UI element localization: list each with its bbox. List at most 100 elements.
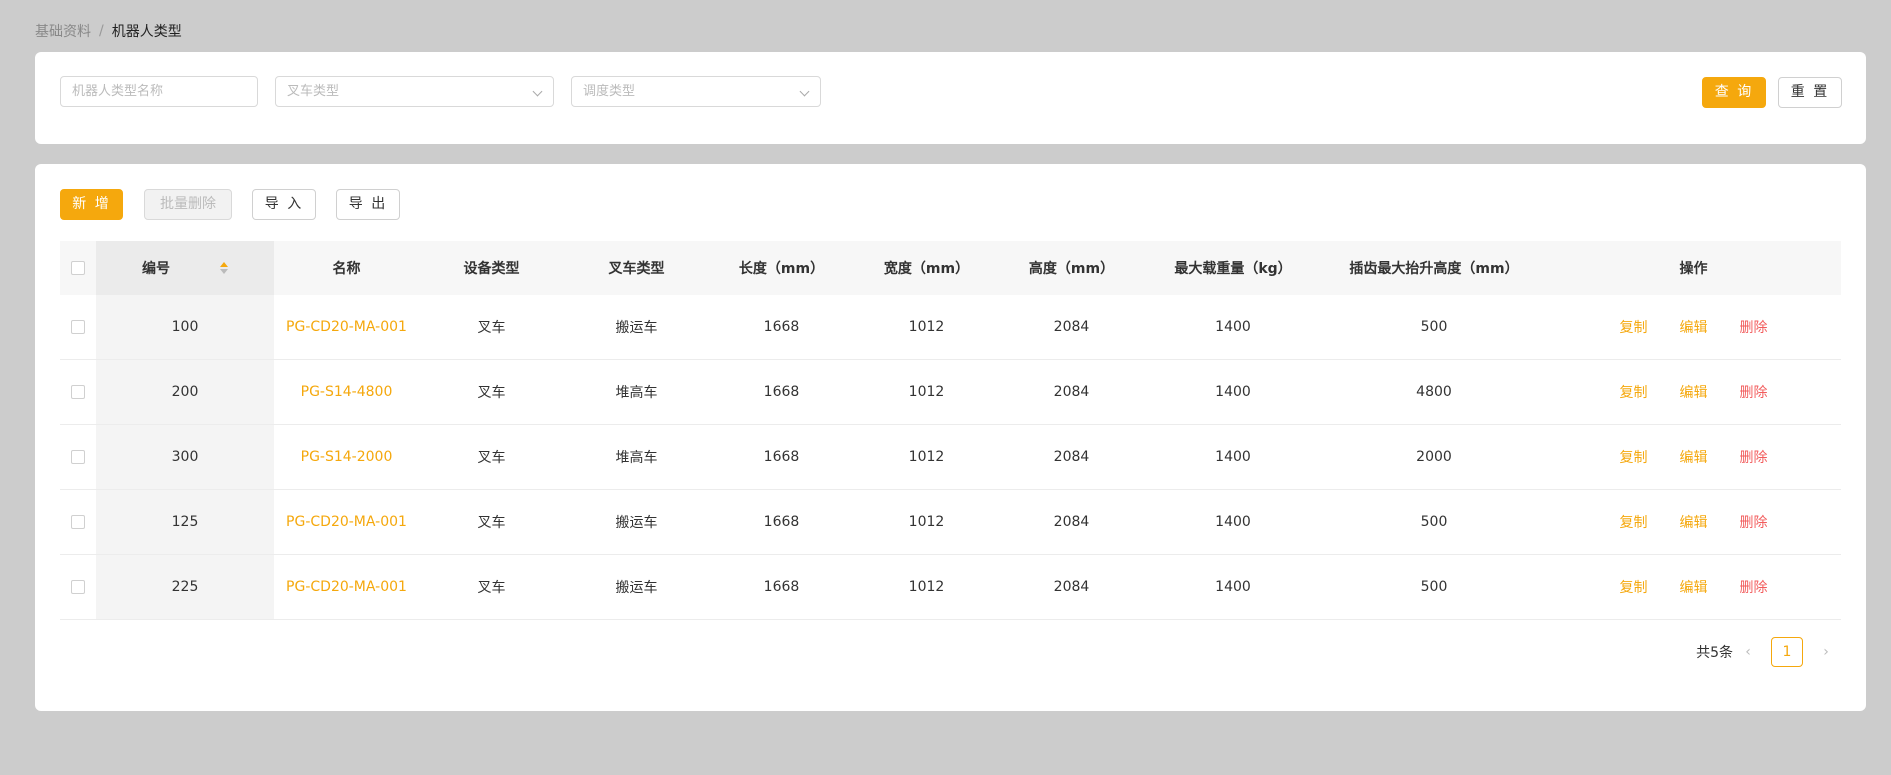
robot-type-name-placeholder: 机器人类型名称 bbox=[72, 84, 164, 99]
cell-height: 2084 bbox=[1053, 384, 1090, 400]
breadcrumb-parent[interactable]: 基础资料 bbox=[35, 21, 91, 41]
cell-max-load: 1400 bbox=[1215, 384, 1251, 400]
robot-name-link[interactable]: PG-S14-4800 bbox=[301, 384, 393, 400]
query-button[interactable]: 查 询 bbox=[1702, 77, 1766, 108]
cell-device-type: 叉车 bbox=[477, 320, 506, 336]
robot-name-link[interactable]: PG-CD20-MA-001 bbox=[286, 579, 407, 595]
header-height: 高度（mm） bbox=[1028, 261, 1115, 277]
robot-name-link[interactable]: PG-S14-2000 bbox=[301, 449, 393, 465]
delete-button[interactable]: 删除 bbox=[1740, 512, 1768, 532]
table-row: 300 PG-S14-2000 叉车 堆高车 1668 1012 2084 14… bbox=[60, 425, 1841, 490]
cell-device-type: 叉车 bbox=[477, 385, 506, 401]
cell-width: 1012 bbox=[908, 449, 945, 465]
cell-name: PG-CD20-MA-001 bbox=[274, 555, 419, 619]
delete-button[interactable]: 删除 bbox=[1740, 317, 1768, 337]
header-actions: 操作 bbox=[1679, 261, 1708, 277]
cell-max-load: 1400 bbox=[1215, 449, 1251, 465]
forklift-type-placeholder: 叉车类型 bbox=[287, 84, 340, 99]
header-width: 宽度（mm） bbox=[883, 261, 970, 277]
cell-width: 1012 bbox=[908, 579, 945, 595]
cell-max-lift: 500 bbox=[1420, 579, 1448, 595]
header-max-lift: 插齿最大抬升高度（mm） bbox=[1349, 261, 1519, 277]
breadcrumb-separator: / bbox=[99, 23, 104, 39]
cell-id: 200 bbox=[96, 360, 274, 424]
edit-button[interactable]: 编辑 bbox=[1680, 447, 1708, 467]
cell-forklift-type: 搬运车 bbox=[615, 320, 658, 336]
delete-button[interactable]: 删除 bbox=[1740, 382, 1768, 402]
header-id[interactable]: 编号 bbox=[96, 241, 274, 295]
cell-device-type: 叉车 bbox=[477, 450, 506, 466]
select-all-checkbox[interactable] bbox=[71, 261, 85, 275]
row-checkbox[interactable] bbox=[71, 320, 85, 334]
copy-button[interactable]: 复制 bbox=[1620, 317, 1648, 337]
cell-id: 125 bbox=[96, 490, 274, 554]
cell-height: 2084 bbox=[1053, 319, 1090, 335]
cell-name: PG-S14-4800 bbox=[274, 360, 419, 424]
prev-page-icon[interactable]: ‹ bbox=[1733, 644, 1763, 660]
table-row: 125 PG-CD20-MA-001 叉车 搬运车 1668 1012 2084… bbox=[60, 490, 1841, 555]
delete-button[interactable]: 删除 bbox=[1740, 447, 1768, 467]
batch-delete-button[interactable]: 批量删除 bbox=[144, 189, 232, 220]
export-button[interactable]: 导 出 bbox=[336, 189, 400, 220]
table-panel: 新 增 批量删除 导 入 导 出 编号 名称 设备类型 叉车类型 长度（mm） … bbox=[35, 164, 1866, 711]
copy-button[interactable]: 复制 bbox=[1620, 577, 1648, 597]
next-page-icon[interactable]: › bbox=[1811, 644, 1841, 660]
sort-icon[interactable] bbox=[220, 262, 228, 274]
cell-length: 1668 bbox=[763, 384, 800, 400]
edit-button[interactable]: 编辑 bbox=[1680, 512, 1708, 532]
edit-button[interactable]: 编辑 bbox=[1680, 382, 1708, 402]
row-checkbox[interactable] bbox=[71, 580, 85, 594]
robot-name-link[interactable]: PG-CD20-MA-001 bbox=[286, 319, 407, 335]
cell-width: 1012 bbox=[908, 514, 945, 530]
edit-button[interactable]: 编辑 bbox=[1680, 577, 1708, 597]
cell-actions: 复制 编辑 删除 bbox=[1546, 490, 1841, 554]
forklift-type-select[interactable]: 叉车类型 bbox=[275, 76, 554, 107]
breadcrumb: 基础资料 / 机器人类型 bbox=[35, 21, 182, 41]
cell-max-load: 1400 bbox=[1215, 579, 1251, 595]
row-checkbox[interactable] bbox=[71, 385, 85, 399]
cell-height: 2084 bbox=[1053, 514, 1090, 530]
header-name: 名称 bbox=[332, 261, 361, 277]
copy-button[interactable]: 复制 bbox=[1620, 447, 1648, 467]
dispatch-type-select[interactable]: 调度类型 bbox=[571, 76, 821, 107]
copy-button[interactable]: 复制 bbox=[1620, 512, 1648, 532]
cell-length: 1668 bbox=[763, 514, 800, 530]
cell-max-load: 1400 bbox=[1215, 514, 1251, 530]
cell-device-type: 叉车 bbox=[477, 515, 506, 531]
row-select-cell bbox=[60, 555, 96, 619]
cell-actions: 复制 编辑 删除 bbox=[1546, 360, 1841, 424]
chevron-down-icon bbox=[799, 86, 810, 97]
cell-max-load: 1400 bbox=[1215, 319, 1251, 335]
row-checkbox[interactable] bbox=[71, 515, 85, 529]
row-checkbox[interactable] bbox=[71, 450, 85, 464]
cell-max-lift: 500 bbox=[1420, 514, 1448, 530]
edit-button[interactable]: 编辑 bbox=[1680, 317, 1708, 337]
cell-width: 1012 bbox=[908, 319, 945, 335]
cell-width: 1012 bbox=[908, 384, 945, 400]
cell-name: PG-CD20-MA-001 bbox=[274, 295, 419, 359]
cell-name: PG-S14-2000 bbox=[274, 425, 419, 489]
robot-type-name-input[interactable]: 机器人类型名称 bbox=[60, 76, 258, 107]
cell-height: 2084 bbox=[1053, 449, 1090, 465]
cell-id: 100 bbox=[96, 295, 274, 359]
copy-button[interactable]: 复制 bbox=[1620, 382, 1648, 402]
header-max-load: 最大载重量（kg） bbox=[1174, 261, 1292, 277]
cell-max-lift: 2000 bbox=[1416, 449, 1452, 465]
reset-button[interactable]: 重 置 bbox=[1778, 77, 1842, 108]
cell-forklift-type: 搬运车 bbox=[615, 515, 658, 531]
import-button[interactable]: 导 入 bbox=[252, 189, 316, 220]
chevron-down-icon bbox=[532, 86, 543, 97]
table-header: 编号 名称 设备类型 叉车类型 长度（mm） 宽度（mm） 高度（mm） 最大载… bbox=[60, 241, 1841, 295]
dispatch-type-placeholder: 调度类型 bbox=[583, 84, 636, 99]
cell-length: 1668 bbox=[763, 319, 800, 335]
delete-button[interactable]: 删除 bbox=[1740, 577, 1768, 597]
robot-name-link[interactable]: PG-CD20-MA-001 bbox=[286, 514, 407, 530]
cell-length: 1668 bbox=[763, 449, 800, 465]
table-row: 225 PG-CD20-MA-001 叉车 搬运车 1668 1012 2084… bbox=[60, 555, 1841, 620]
robot-type-table: 编号 名称 设备类型 叉车类型 长度（mm） 宽度（mm） 高度（mm） 最大载… bbox=[60, 241, 1841, 620]
cell-actions: 复制 编辑 删除 bbox=[1546, 425, 1841, 489]
page-number-current[interactable]: 1 bbox=[1771, 637, 1803, 667]
add-button[interactable]: 新 增 bbox=[60, 189, 123, 220]
search-panel: 机器人类型名称 叉车类型 调度类型 查 询 重 置 bbox=[35, 52, 1866, 144]
cell-id: 225 bbox=[96, 555, 274, 619]
